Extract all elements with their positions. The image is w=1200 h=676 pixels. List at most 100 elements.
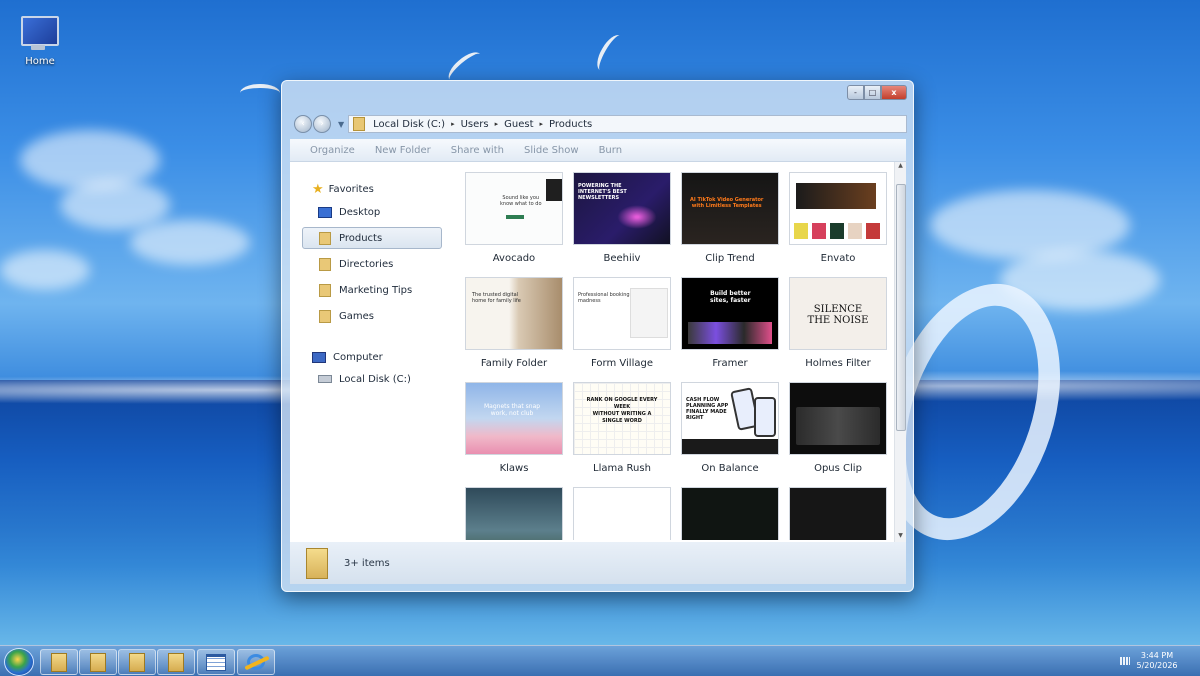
taskbar-browser-button[interactable]	[237, 649, 275, 675]
file-item-klaws[interactable]: Magnets that snap work, not club Klaws	[465, 382, 563, 474]
thumbnail-shape	[682, 439, 778, 454]
start-button[interactable]	[4, 648, 34, 676]
file-item-opus-clip[interactable]: Opus Clip	[789, 382, 887, 474]
sidebar-computer-label: Computer	[333, 351, 383, 363]
file-name: Family Folder	[480, 358, 548, 369]
file-item-form-village[interactable]: Professional booking madness Form Villag…	[573, 277, 671, 369]
file-item-beehiiv[interactable]: POWERING THE INTERNET'S BEST NEWSLETTERS…	[573, 172, 671, 264]
thumbnail-text: The trusted digital home for family life	[472, 292, 521, 304]
file-item-llama-rush[interactable]: RANK ON GOOGLE EVERY WEEK WITHOUT WRITIN…	[573, 382, 671, 474]
navigation-pane: ★ Favorites Desktop Products Directories…	[290, 162, 445, 542]
file-name: Beehiiv	[603, 253, 641, 264]
scrollbar-thumb[interactable]	[896, 184, 906, 431]
thumbnail-text: POWERING THE INTERNET'S BEST NEWSLETTERS	[578, 183, 627, 201]
window-controls: - □ x	[847, 85, 907, 100]
taskbar-folder-button[interactable]	[118, 649, 156, 675]
breadcrumb-products[interactable]: Products	[549, 119, 592, 130]
folder-icon	[353, 117, 366, 131]
burn-button[interactable]: Burn	[599, 145, 622, 156]
file-name: Llama Rush	[593, 463, 651, 474]
file-name: Klaws	[499, 463, 529, 474]
thumbnail-shape	[866, 223, 880, 239]
taskbar-folder-button[interactable]	[157, 649, 195, 675]
file-item-on-balance[interactable]: CASH FLOW PLANNING APP FINALLY MADE RIGH…	[681, 382, 779, 474]
desktop-home-icon[interactable]: Home	[16, 16, 64, 67]
file-name: On Balance	[701, 463, 759, 474]
file-grid: Sound like you know what to do Avocado P…	[465, 172, 895, 540]
thumbnail: SILENCE THE NOISE	[789, 277, 887, 350]
file-item-holmes-filter[interactable]: SILENCE THE NOISE Holmes Filter	[789, 277, 887, 369]
sidebar-favorites[interactable]: ★ Favorites	[302, 179, 440, 199]
thumbnail: Sound like you know what to do	[465, 172, 563, 245]
thumbnail-text: AI TikTok Video Generator with Limitless…	[690, 197, 764, 209]
file-name: Clip Trend	[705, 253, 755, 264]
sidebar-item-products[interactable]: Products	[302, 227, 442, 249]
breadcrumb-separator[interactable]: ▸	[495, 120, 499, 128]
sidebar-item-label: Directories	[339, 258, 394, 270]
share-with-button[interactable]: Share with	[451, 145, 504, 156]
minimize-button[interactable]: -	[847, 85, 864, 100]
sidebar-item-games[interactable]: Games	[302, 306, 440, 326]
taskbar-folder-button[interactable]	[79, 649, 117, 675]
file-item[interactable]	[465, 487, 563, 540]
folder-icon	[90, 652, 106, 672]
file-item-family-folder[interactable]: The trusted digital home for family life…	[465, 277, 563, 369]
maximize-button[interactable]: □	[864, 85, 881, 100]
folder-icon	[319, 283, 331, 297]
sidebar-item-local-disk[interactable]: Local Disk (C:)	[302, 369, 440, 389]
sidebar-computer[interactable]: Computer	[302, 347, 440, 367]
thumbnail-shape	[506, 215, 524, 219]
file-name: Envato	[820, 253, 856, 264]
network-signal-icon[interactable]	[1120, 657, 1130, 665]
breadcrumb-users[interactable]: Users	[461, 119, 489, 130]
thumbnail-shape	[796, 183, 876, 209]
taskbar-folder-button[interactable]	[40, 649, 78, 675]
thumbnail	[465, 487, 563, 540]
address-bar[interactable]: Local Disk (C:) ▸ Users ▸ Guest ▸ Produc…	[348, 115, 907, 133]
thumbnail-shape	[796, 407, 880, 445]
command-bar: Organize New Folder Share with Slide Sho…	[290, 139, 906, 162]
scroll-down-arrow[interactable]: ▼	[895, 532, 906, 542]
recent-pages-dropdown[interactable]: ▼	[338, 120, 344, 129]
thumbnail: Magnets that snap work, not club	[465, 382, 563, 455]
sidebar-item-directories[interactable]: Directories	[302, 254, 440, 274]
file-item-clip-trend[interactable]: AI TikTok Video Generator with Limitless…	[681, 172, 779, 264]
explorer-window[interactable]: - □ x ‹ › ▼ Local Disk (C:) ▸ Users ▸ Gu…	[281, 80, 914, 592]
back-button[interactable]: ‹	[294, 115, 312, 133]
scroll-up-arrow[interactable]: ▲	[895, 162, 906, 172]
file-item[interactable]	[573, 487, 671, 540]
file-item-envato[interactable]: Envato	[789, 172, 887, 264]
taskbar: 3:44 PM 5/20/2026	[0, 645, 1200, 676]
breadcrumb-guest[interactable]: Guest	[504, 119, 533, 130]
sidebar-item-desktop[interactable]: Desktop	[302, 202, 440, 222]
file-item[interactable]	[681, 487, 779, 540]
organize-button[interactable]: Organize	[310, 145, 355, 156]
breadcrumb-separator[interactable]: ▸	[540, 120, 544, 128]
sidebar-item-label: Games	[339, 310, 374, 322]
thumbnail-shape	[830, 223, 844, 239]
sidebar-item-marketing-tips[interactable]: Marketing Tips	[302, 280, 440, 300]
vertical-scrollbar[interactable]: ▲ ▼	[894, 162, 906, 542]
breadcrumb-separator[interactable]: ▸	[451, 120, 455, 128]
address-row: ‹ › ▼ Local Disk (C:) ▸ Users ▸ Guest ▸ …	[294, 114, 907, 134]
taskbar-document-button[interactable]	[197, 649, 235, 675]
folder-icon	[129, 652, 145, 672]
thumbnail-text: CASH FLOW PLANNING APP FINALLY MADE RIGH…	[686, 397, 729, 421]
new-folder-button[interactable]: New Folder	[375, 145, 431, 156]
browser-icon	[247, 654, 265, 670]
close-button[interactable]: x	[881, 85, 907, 100]
system-clock[interactable]: 3:44 PM 5/20/2026	[1132, 651, 1182, 671]
file-name: Holmes Filter	[805, 358, 871, 369]
breadcrumb-local-disk[interactable]: Local Disk (C:)	[373, 119, 445, 130]
file-item-avocado[interactable]: Sound like you know what to do Avocado	[465, 172, 563, 264]
clock-date: 5/20/2026	[1136, 661, 1178, 670]
sidebar-item-label: Products	[339, 232, 383, 244]
details-pane: 3+ items	[290, 542, 906, 584]
file-item-framer[interactable]: Build better sites, faster Framer	[681, 277, 779, 369]
forward-button[interactable]: ›	[313, 115, 331, 133]
folder-icon	[168, 652, 184, 672]
file-item[interactable]	[789, 487, 887, 540]
file-name: Form Village	[591, 358, 653, 369]
thumbnail: Professional booking madness	[573, 277, 671, 350]
slide-show-button[interactable]: Slide Show	[524, 145, 579, 156]
